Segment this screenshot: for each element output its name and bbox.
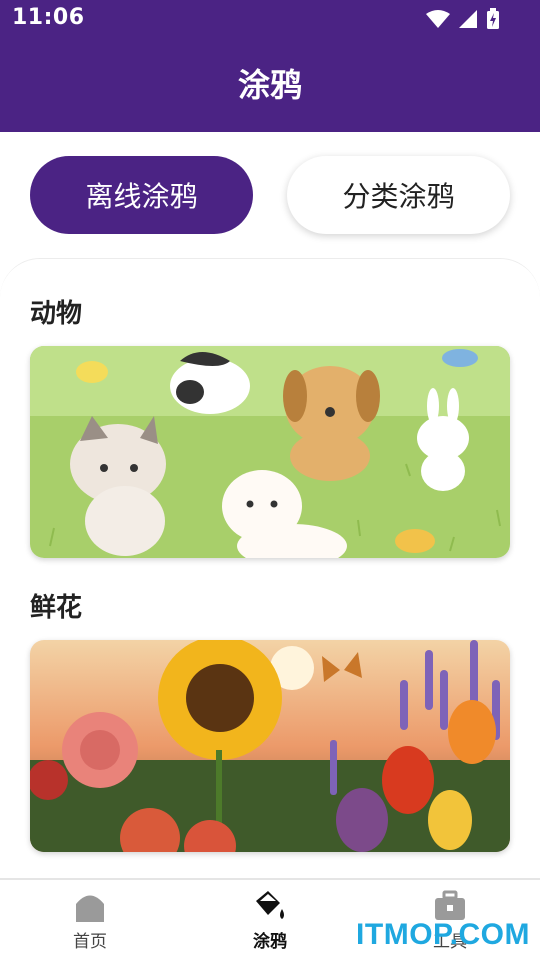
- tab-bar: 离线涂鸦 分类涂鸦: [30, 156, 510, 234]
- paint-bucket-icon: [256, 890, 284, 919]
- tab-category-doodle[interactable]: 分类涂鸦: [287, 156, 510, 234]
- status-time: 11:06: [12, 5, 85, 30]
- flowers-illustration: [30, 640, 510, 852]
- status-icons: [426, 8, 500, 30]
- content-panel: 动物 鲜花: [0, 258, 540, 878]
- wifi-icon: [426, 10, 450, 28]
- tab-offline-doodle[interactable]: 离线涂鸦: [30, 156, 253, 234]
- battery-icon: [487, 8, 499, 29]
- nav-home[interactable]: 首页: [0, 880, 180, 960]
- nav-doodle[interactable]: 涂鸦: [180, 880, 360, 960]
- watermark: ITMOP.COM: [356, 918, 530, 951]
- nav-doodle-label: 涂鸦: [253, 931, 287, 952]
- status-bar: 11:06: [0, 0, 540, 38]
- section-title-animals: 动物: [30, 299, 83, 329]
- animals-card[interactable]: [30, 346, 510, 558]
- signal-icon: [459, 10, 477, 28]
- top-app-bar: 11:06 涂鸦: [0, 0, 540, 132]
- flowers-card[interactable]: [30, 640, 510, 852]
- animals-illustration: [30, 346, 510, 558]
- section-title-flowers: 鲜花: [30, 593, 83, 623]
- home-icon: [76, 895, 104, 922]
- page-title: 涂鸦: [237, 66, 302, 104]
- nav-home-label: 首页: [73, 931, 107, 952]
